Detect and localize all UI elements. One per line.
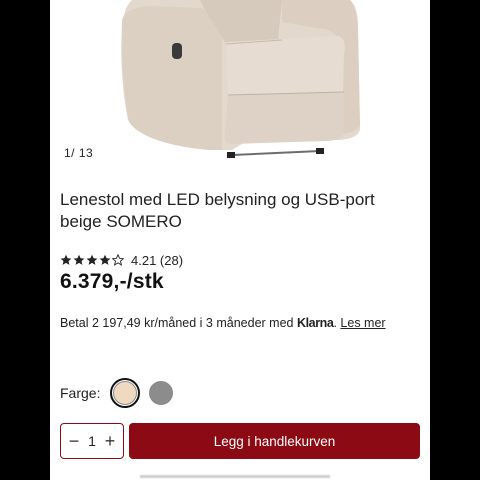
increase-quantity-button[interactable]: + — [103, 432, 117, 450]
grey-swatch — [149, 381, 174, 405]
decrease-quantity-button[interactable]: − — [67, 432, 81, 450]
star-filled-icon — [99, 254, 111, 265]
star-filled-icon — [60, 254, 72, 265]
rating-stars — [60, 254, 124, 266]
add-to-cart-label: Legg i handlekurven — [213, 433, 336, 449]
quantity-stepper: − 1 + — [60, 423, 124, 459]
star-filled-icon — [86, 254, 98, 265]
read-more-link[interactable]: Les mer — [340, 316, 385, 330]
star-filled-icon — [73, 254, 85, 265]
star-empty-icon — [112, 254, 124, 266]
image-counter: 1/ 13 — [64, 146, 94, 160]
product-page: 1/ 13 Lenestol med LED belysning og USB-… — [50, 0, 430, 480]
klarna-installment-info: Betal 2 197,49 kr/måned i 3 måneder med … — [60, 316, 430, 330]
rating-row[interactable]: 4.21 (28) — [60, 252, 183, 268]
klarna-logo: Klarna — [296, 316, 334, 330]
product-image — [121, 0, 360, 158]
color-picker: Farge: — [60, 378, 182, 408]
cut-off-text — [140, 472, 340, 480]
quantity-value[interactable]: 1 — [88, 433, 96, 449]
product-image-gallery[interactable]: 1/ 13 — [50, 0, 430, 170]
color-option-beige[interactable] — [110, 378, 141, 408]
add-to-cart-button[interactable]: Legg i handlekurven — [129, 423, 420, 459]
price: 6.379,-/stk — [60, 270, 164, 293]
color-option-grey[interactable] — [146, 378, 176, 408]
installment-text: Betal 2 197,49 kr/måned i 3 måneder med — [60, 316, 297, 330]
beige-swatch — [113, 381, 138, 405]
product-title: Lenestol med LED belysning og USB-port b… — [60, 190, 375, 231]
color-label: Farge: — [60, 385, 101, 401]
rating-text: 4.21 (28) — [131, 252, 184, 268]
